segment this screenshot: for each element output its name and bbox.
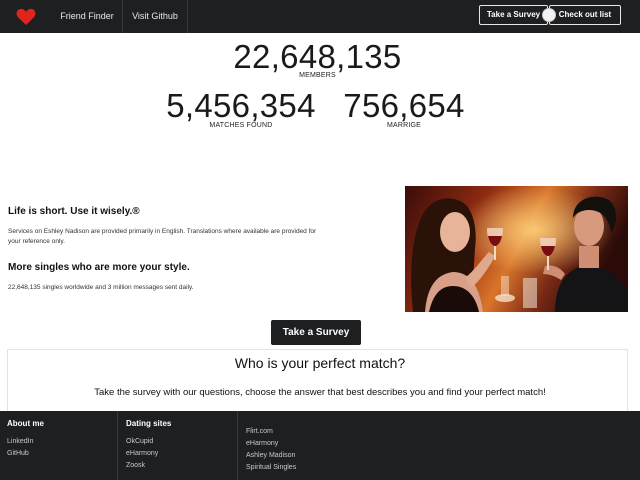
info-heading-life-is-short: Life is short. Use it wisely.® xyxy=(8,206,140,217)
take-survey-nav-button[interactable]: Take a Survey xyxy=(479,5,548,25)
info-heading-more-singles: More singles who are more your style. xyxy=(8,262,190,273)
footer-link-eharmony[interactable]: eHarmony xyxy=(126,448,158,460)
matches-count: 5,456,354 xyxy=(166,87,316,124)
nav-link-visit-github[interactable]: Visit Github xyxy=(122,0,188,33)
members-label: MEMBERS xyxy=(299,72,336,79)
footer: About me LinkedIn GitHub Dating sites Ok… xyxy=(0,411,640,480)
toggle-knob[interactable] xyxy=(542,8,556,22)
members-count: 22,648,135 xyxy=(233,38,402,75)
info-text-language: Services on Eshley Nadison are provided … xyxy=(8,228,317,245)
check-out-list-button[interactable]: Check out list xyxy=(549,5,621,25)
marriage-label: MARRIGE xyxy=(386,122,422,129)
matches-label: MATCHES FOUND xyxy=(209,122,273,129)
footer-link-flirt[interactable]: Flirt.com xyxy=(246,426,296,438)
survey-panel-title: Who is your perfect match? xyxy=(234,355,406,371)
footer-link-eharmony-2[interactable]: eHarmony xyxy=(246,438,296,450)
take-survey-button[interactable]: Take a Survey xyxy=(271,320,361,345)
heart-icon xyxy=(16,8,36,25)
survey-panel-text: Take the survey with our questions, choo… xyxy=(94,387,546,398)
footer-about-column: About me LinkedIn GitHub xyxy=(0,411,118,480)
footer-link-github[interactable]: GitHub xyxy=(7,448,33,460)
footer-more-column: Flirt.com eHarmony Ashley Madison Spirit… xyxy=(238,411,388,480)
nav-link-friend-finder[interactable]: Friend Finder xyxy=(52,0,122,33)
couple-photo xyxy=(405,186,628,312)
info-text-singles-count: 22,648,135 singles worldwide and 3 milli… xyxy=(8,284,194,291)
navbar: Friend Finder Visit Github Take a Survey… xyxy=(0,0,640,33)
footer-link-linkedin[interactable]: LinkedIn xyxy=(7,436,33,448)
marriage-count: 756,654 xyxy=(343,87,465,124)
brand-logo[interactable] xyxy=(0,0,52,33)
footer-link-ashley-madison[interactable]: Ashley Madison xyxy=(246,450,296,462)
footer-dating-column: Dating sites OkCupid eHarmony Zoosk xyxy=(118,411,238,480)
footer-about-title: About me xyxy=(7,419,44,428)
footer-link-okcupid[interactable]: OkCupid xyxy=(126,436,158,448)
footer-link-spiritual-singles[interactable]: Spiritual Singles xyxy=(246,462,296,474)
footer-link-zoosk[interactable]: Zoosk xyxy=(126,460,158,472)
footer-dating-title: Dating sites xyxy=(126,419,172,428)
